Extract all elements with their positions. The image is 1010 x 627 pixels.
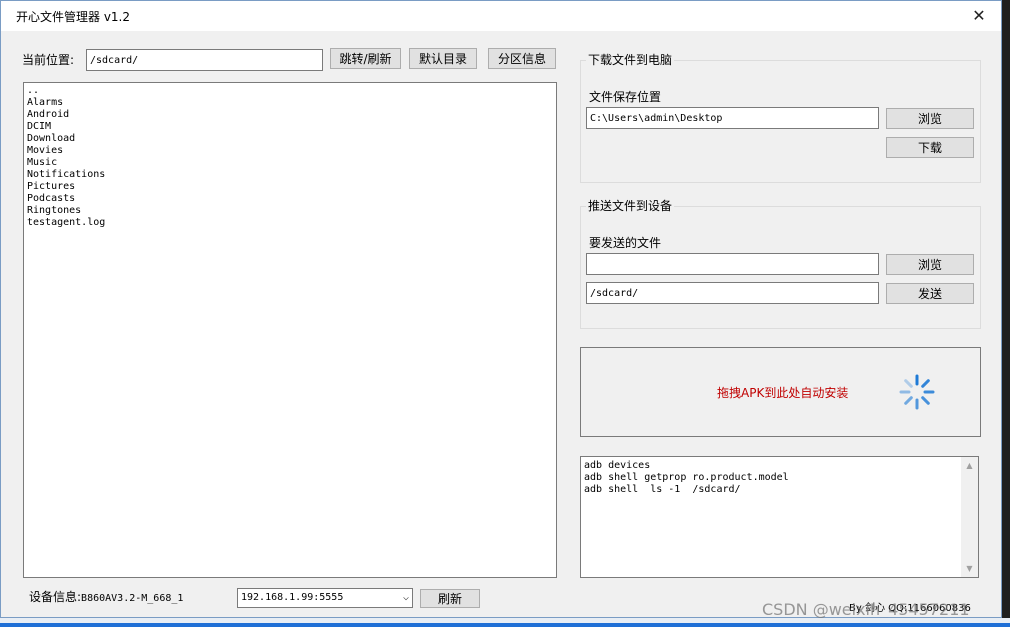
file-to-send-input[interactable] [586, 253, 879, 275]
send-button[interactable]: 发送 [886, 283, 974, 304]
download-button[interactable]: 下载 [886, 137, 974, 158]
list-item[interactable]: DCIM [27, 121, 553, 133]
device-info: 设备信息:B860AV3.2-M_668_1 [29, 588, 183, 605]
save-path-input[interactable] [586, 107, 879, 129]
title-bar: 开心文件管理器 v1.2 ✕ [1, 1, 1001, 31]
command-log[interactable]: adb devices adb shell getprop ro.product.… [580, 456, 979, 578]
partition-info-button[interactable]: 分区信息 [488, 48, 556, 69]
device-address-value: 192.168.1.99:5555 [241, 592, 344, 603]
path-label: 当前位置: [22, 53, 75, 67]
list-item[interactable]: .. [27, 85, 553, 97]
file-to-send-label: 要发送的文件 [589, 236, 662, 250]
list-item[interactable]: Podcasts [27, 193, 553, 205]
save-location-label: 文件保存位置 [589, 90, 662, 104]
log-line: adb devices [584, 460, 651, 471]
device-info-value: B860AV3.2-M_668_1 [81, 593, 184, 604]
list-item[interactable]: Movies [27, 145, 553, 157]
list-item[interactable]: Android [27, 109, 553, 121]
push-group-title: 推送文件到设备 [586, 197, 675, 214]
window-title: 开心文件管理器 v1.2 [16, 10, 131, 24]
list-item[interactable]: Pictures [27, 181, 553, 193]
bottom-strip [0, 618, 1010, 627]
scroll-down-icon[interactable]: ▼ [961, 560, 978, 577]
list-item[interactable]: Ringtones [27, 205, 553, 217]
list-item[interactable]: Notifications [27, 169, 553, 181]
download-browse-button[interactable]: 浏览 [886, 108, 974, 129]
log-scrollbar[interactable]: ▲ ▼ [961, 457, 978, 577]
device-info-label: 设备信息: [29, 590, 82, 604]
watermark: CSDN @weixin_45457211 [762, 600, 970, 619]
apk-drop-zone[interactable]: 拖拽APK到此处自动安装 [580, 347, 981, 437]
list-item[interactable]: Music [27, 157, 553, 169]
list-item[interactable]: Download [27, 133, 553, 145]
goto-refresh-button[interactable]: 跳转/刷新 [330, 48, 401, 69]
target-path-input[interactable] [586, 282, 879, 304]
chevron-down-icon[interactable]: ⌵ [403, 589, 409, 607]
list-item[interactable]: testagent.log [27, 217, 553, 229]
push-browse-button[interactable]: 浏览 [886, 254, 974, 275]
scroll-up-icon[interactable]: ▲ [961, 457, 978, 474]
device-address-select[interactable]: 192.168.1.99:5555 ⌵ [237, 588, 413, 608]
file-list[interactable]: .. Alarms Android DCIM Download Movies Music No… [23, 82, 557, 578]
path-input[interactable] [86, 49, 323, 71]
log-line: adb shell getprop ro.product.model [584, 472, 789, 483]
log-line: adb shell ls -1 /sdcard/ [584, 484, 741, 495]
device-refresh-button[interactable]: 刷新 [420, 589, 480, 608]
download-group-title: 下载文件到电脑 [586, 51, 675, 68]
close-button[interactable]: ✕ [957, 1, 1001, 31]
default-dir-button[interactable]: 默认目录 [409, 48, 477, 69]
loading-spinner-icon [899, 374, 935, 410]
log-lines: adb devices adb shell getprop ro.product.… [584, 460, 960, 496]
app-window: 开心文件管理器 v1.2 ✕ 当前位置: 跳转/刷新 默认目录 分区信息 ..A… [0, 0, 1002, 618]
drop-zone-text: 拖拽APK到此处自动安装 [717, 386, 849, 400]
list-item[interactable]: Alarms [27, 97, 553, 109]
